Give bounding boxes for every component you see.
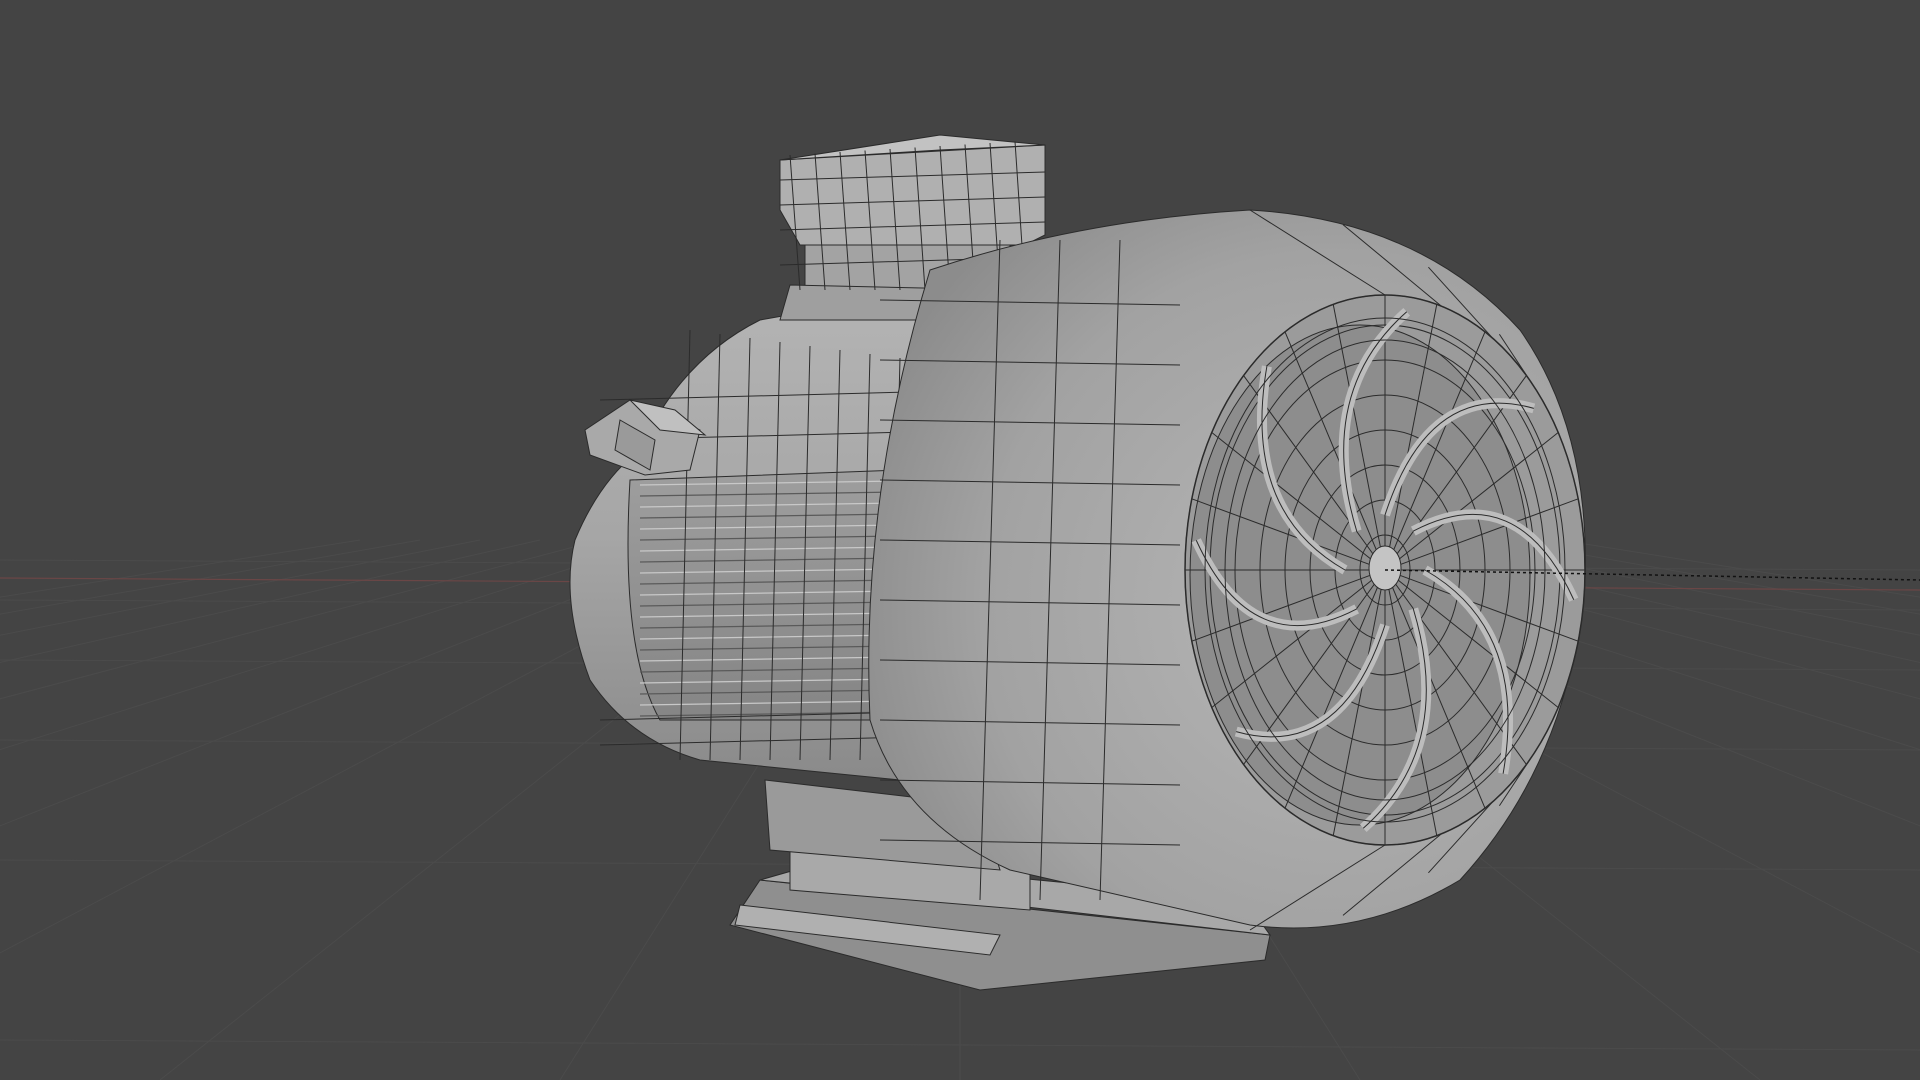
viewport-canvas[interactable]: [0, 0, 1920, 1080]
3d-viewport[interactable]: [0, 0, 1920, 1080]
